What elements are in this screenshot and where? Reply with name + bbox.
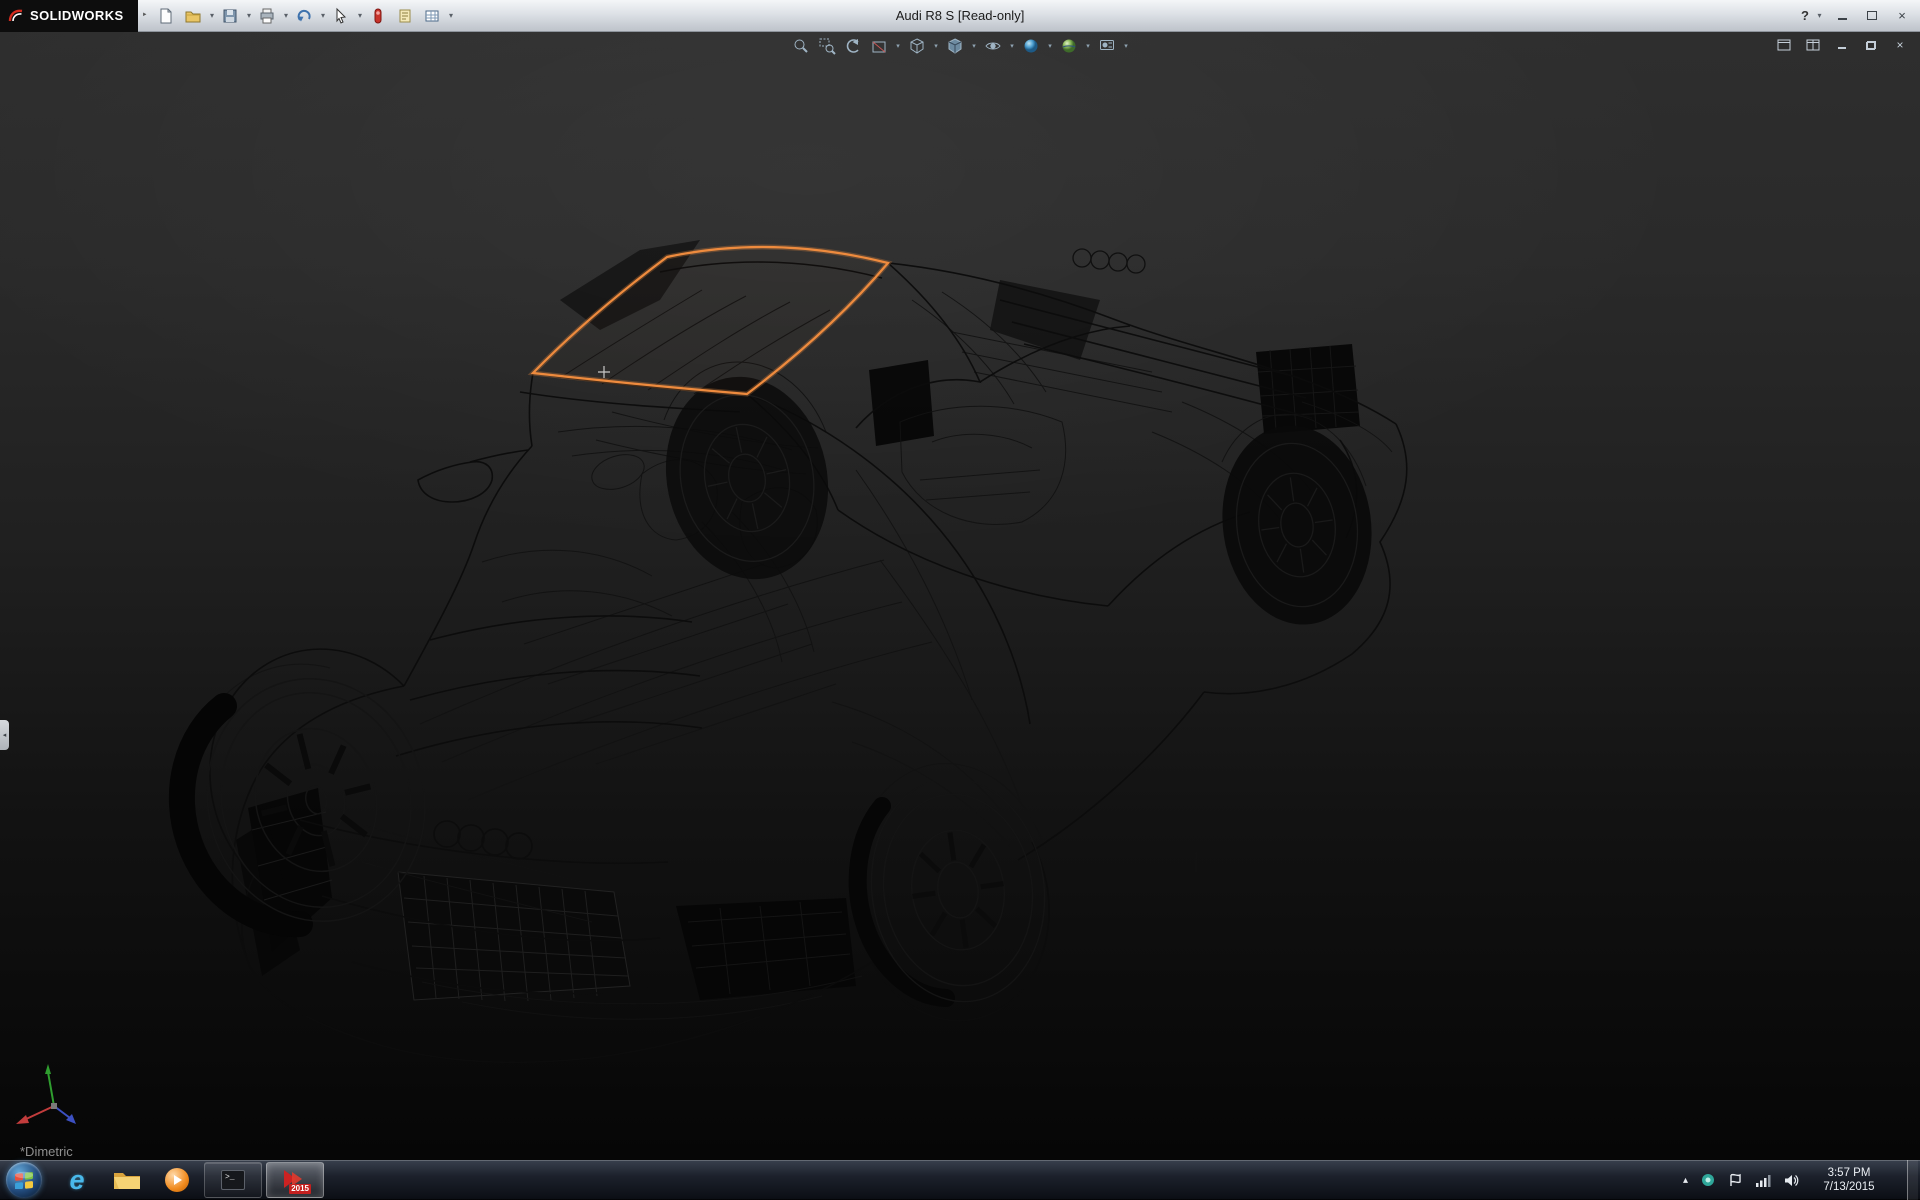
hidden-icons-chevron[interactable]: ▴ <box>1683 1175 1688 1186</box>
select-cursor-icon[interactable] <box>328 3 354 29</box>
titlebar-right: ? ▾ × <box>1801 6 1920 26</box>
solidworks-taskbar-button[interactable]: 2015 <box>266 1162 324 1198</box>
section-view-icon[interactable] <box>868 35 890 57</box>
rear-right-wheel <box>1210 416 1384 635</box>
view-orientation-icon[interactable] <box>906 35 928 57</box>
edit-appearance-icon[interactable] <box>1020 35 1042 57</box>
view-settings-icon[interactable] <box>1096 35 1118 57</box>
toolbar-more-arrow[interactable]: ▾ <box>446 11 455 20</box>
scene-dropdown-arrow[interactable]: ▾ <box>1084 42 1092 50</box>
app-minimize-button[interactable] <box>1830 6 1854 26</box>
graphics-viewport: ▾ ▾ ▾ ▾ ▾ ▾ ▾ <box>0 32 1920 1160</box>
solidworks-window: SOLIDWORKS ‣ ▾ ▾ ▾ ▾ <box>0 0 1920 1200</box>
titlebar: SOLIDWORKS ‣ ▾ ▾ ▾ ▾ <box>0 0 1920 32</box>
view-orientation-label: *Dimetric <box>20 1144 73 1159</box>
note-icon[interactable] <box>392 3 418 29</box>
doc-restore-button[interactable] <box>1861 36 1881 54</box>
sheet-format-icon[interactable] <box>419 3 445 29</box>
tray-app-icon[interactable] <box>1701 1173 1715 1187</box>
new-window-icon[interactable] <box>1774 36 1794 54</box>
rear-left-wheel <box>648 362 847 595</box>
heads-up-view-toolbar: ▾ ▾ ▾ ▾ ▾ ▾ ▾ <box>790 35 1130 57</box>
zoom-fit-icon[interactable] <box>790 35 812 57</box>
previous-view-icon[interactable] <box>842 35 864 57</box>
network-icon[interactable] <box>1755 1174 1771 1187</box>
app-close-button[interactable]: × <box>1890 6 1914 26</box>
open-dropdown-arrow[interactable]: ▾ <box>207 11 216 20</box>
main-toolbar: ▾ ▾ ▾ ▾ ▾ <box>153 3 455 29</box>
clock-time: 3:57 PM <box>1812 1166 1886 1180</box>
file-explorer-icon[interactable] <box>102 1160 152 1200</box>
print-dropdown-arrow[interactable]: ▾ <box>281 11 290 20</box>
document-window-controls: × <box>1774 36 1910 54</box>
doc-minimize-button[interactable] <box>1832 36 1852 54</box>
reference-triad <box>12 1062 90 1130</box>
graphics-area-model[interactable] <box>0 32 1920 1160</box>
hide-show-items-icon[interactable] <box>982 35 1004 57</box>
print-icon[interactable] <box>254 3 280 29</box>
doc-close-button[interactable]: × <box>1890 36 1910 54</box>
front-right-wheel <box>857 767 1059 1013</box>
select-dropdown-arrow[interactable]: ▾ <box>355 11 364 20</box>
solidworks-logo-icon <box>8 8 24 24</box>
new-document-icon[interactable] <box>153 3 179 29</box>
rebuild-icon[interactable] <box>365 3 391 29</box>
brand-text: SOLIDWORKS <box>30 8 124 23</box>
solidworks-version-badge: 2015 <box>289 1184 311 1194</box>
featuremanager-splitter-handle[interactable]: ◂ <box>0 720 9 750</box>
help-dropdown-arrow[interactable]: ▾ <box>1815 11 1824 20</box>
apply-scene-icon[interactable] <box>1058 35 1080 57</box>
start-button[interactable] <box>6 1162 42 1198</box>
app-restore-button[interactable] <box>1860 6 1884 26</box>
split-window-icon[interactable] <box>1803 36 1823 54</box>
save-icon[interactable] <box>217 3 243 29</box>
solidworks-app-icon: 2015 <box>281 1166 309 1194</box>
internet-explorer-icon[interactable]: e <box>52 1160 102 1200</box>
appearance-dropdown-arrow[interactable]: ▾ <box>1046 42 1054 50</box>
document-title: Audi R8 S [Read-only] <box>896 8 1025 23</box>
logo-flyout-arrow[interactable]: ‣ <box>142 10 148 21</box>
clock-date: 7/13/2015 <box>1812 1180 1886 1194</box>
zoom-area-icon[interactable] <box>816 35 838 57</box>
display-style-dropdown-arrow[interactable]: ▾ <box>970 42 978 50</box>
hide-show-dropdown-arrow[interactable]: ▾ <box>1008 42 1016 50</box>
windows-flag-icon <box>14 1171 34 1189</box>
display-style-icon[interactable] <box>944 35 966 57</box>
action-center-icon[interactable] <box>1728 1173 1742 1187</box>
undo-dropdown-arrow[interactable]: ▾ <box>318 11 327 20</box>
volume-icon[interactable] <box>1784 1174 1799 1187</box>
solidworks-logo: SOLIDWORKS <box>0 0 138 32</box>
view-settings-dropdown-arrow[interactable]: ▾ <box>1122 42 1130 50</box>
media-player-icon[interactable] <box>152 1160 202 1200</box>
section-dropdown-arrow[interactable]: ▾ <box>894 42 902 50</box>
undo-icon[interactable] <box>291 3 317 29</box>
save-dropdown-arrow[interactable]: ▾ <box>244 11 253 20</box>
open-icon[interactable] <box>180 3 206 29</box>
windows-taskbar: e >_ 2015 ▴ <box>0 1160 1920 1200</box>
taskbar-clock[interactable]: 3:57 PM 7/13/2015 <box>1812 1166 1886 1194</box>
system-tray: ▴ 3:57 PM 7/13/2015 <box>1683 1160 1920 1200</box>
view-orientation-dropdown-arrow[interactable]: ▾ <box>932 42 940 50</box>
selected-surface <box>533 247 888 394</box>
show-desktop-button[interactable] <box>1907 1160 1918 1200</box>
help-icon[interactable]: ? <box>1801 8 1809 23</box>
command-prompt-icon: >_ <box>221 1170 245 1190</box>
command-prompt-button[interactable]: >_ <box>204 1162 262 1198</box>
